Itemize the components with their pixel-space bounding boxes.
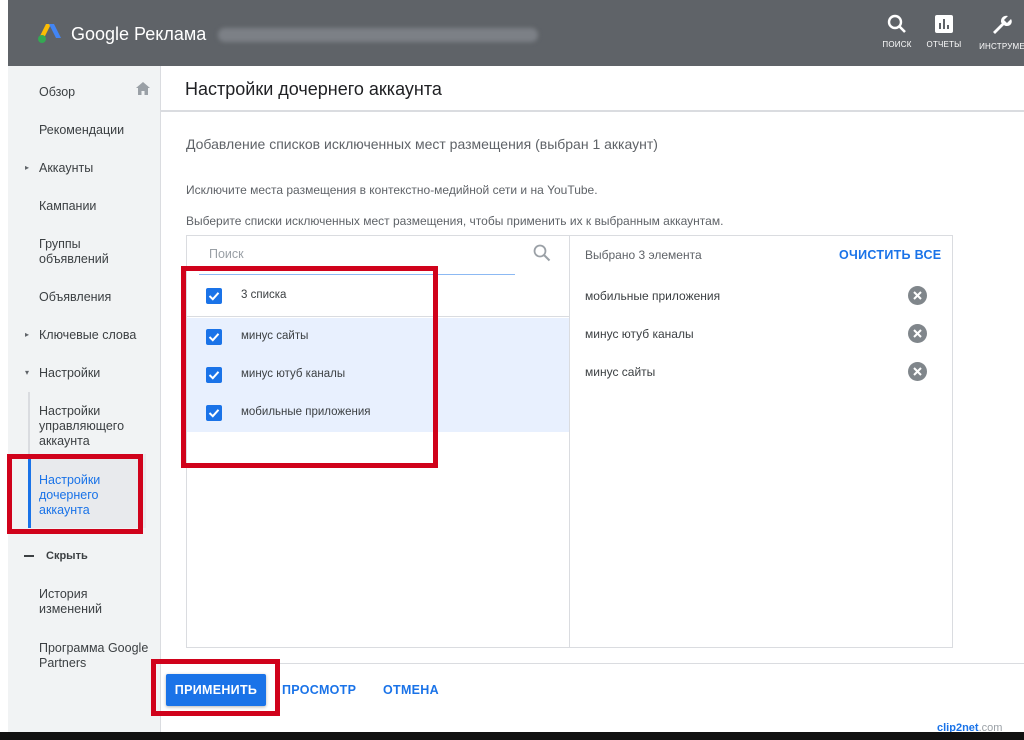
subnav-line	[28, 392, 30, 454]
title-divider	[161, 110, 1024, 112]
screen-bottom-edge	[0, 732, 1024, 740]
brand-title: Google Реклама	[71, 24, 207, 44]
annotation-highlight-apply	[151, 659, 280, 716]
remove-icon[interactable]	[908, 286, 927, 305]
sidebar-item-change-history[interactable]: История изменений	[39, 587, 129, 617]
tool-tools-label: ИНСТРУМЕ	[979, 42, 1024, 51]
sidebar-hide-toggle[interactable]: Скрыть	[46, 550, 88, 562]
sidebar-item-settings[interactable]: Настройки	[39, 366, 149, 381]
window-edge	[0, 0, 8, 740]
google-ads-logo-icon	[38, 24, 61, 43]
panel-divider	[569, 236, 570, 647]
remove-icon[interactable]	[908, 362, 927, 381]
collapse-dash-icon	[24, 555, 34, 557]
selected-item: минус сайты	[585, 365, 656, 379]
top-app-bar: Google Реклама ПОИСК ОТЧЕТЫ ИНСТРУМЕ	[8, 0, 1024, 66]
sidebar-item-ads[interactable]: Объявления	[39, 290, 149, 305]
search-input[interactable]	[209, 247, 509, 261]
annotation-highlight-list	[181, 266, 438, 468]
selected-count: Выбрано 3 элемента	[585, 248, 702, 262]
sidebar-item-google-partners[interactable]: Программа Google Partners	[39, 641, 149, 671]
home-icon	[136, 82, 150, 95]
tool-tools-button[interactable]: ИНСТРУМЕ	[972, 14, 1024, 51]
search-icon[interactable]	[533, 244, 551, 262]
sidebar-item-keywords[interactable]: Ключевые слова	[39, 328, 149, 343]
sidebar-item-ad-groups[interactable]: Группы объявлений	[39, 237, 129, 267]
annotation-highlight-sidebar	[7, 454, 143, 534]
reports-icon	[935, 15, 953, 33]
preview-button[interactable]: ПРОСМОТР	[282, 683, 356, 697]
selected-item: мобильные приложения	[585, 289, 721, 303]
selected-item: минус ютуб каналы	[585, 327, 694, 341]
cancel-button[interactable]: ОТМЕНА	[383, 683, 439, 697]
description-text: Исключите места размещения в контекстно-…	[186, 183, 598, 197]
instruction-text: Выберите списки исключенных мест размеще…	[186, 214, 724, 228]
expand-arrow-icon[interactable]: ▸	[25, 163, 29, 172]
tool-reports-label: ОТЧЕТЫ	[926, 40, 962, 49]
clear-all-button[interactable]: ОЧИСТИТЬ ВСЕ	[839, 248, 941, 262]
search-icon	[887, 14, 906, 33]
sidebar-item-recommendations[interactable]: Рекомендации	[39, 123, 149, 138]
sidebar-item-overview[interactable]: Обзор	[39, 85, 149, 100]
expand-arrow-icon[interactable]: ▸	[25, 330, 29, 339]
wrench-icon	[993, 15, 1012, 34]
sidebar-item-manager-settings[interactable]: Настройки управляющего аккаунта	[39, 404, 139, 449]
remove-icon[interactable]	[908, 324, 927, 343]
page-title: Настройки дочернего аккаунта	[185, 79, 442, 99]
blurred-account-name	[218, 28, 538, 42]
tool-reports-button[interactable]: ОТЧЕТЫ	[914, 14, 974, 49]
sidebar-item-accounts[interactable]: Аккаунты	[39, 161, 149, 176]
section-title: Добавление списков исключенных мест разм…	[186, 136, 658, 152]
collapse-arrow-icon[interactable]: ▾	[25, 368, 29, 377]
sidebar-nav: Обзор Рекомендации ▸ Аккаунты Кампании Г…	[8, 66, 161, 732]
footer-divider	[161, 663, 1024, 664]
sidebar-item-campaigns[interactable]: Кампании	[39, 199, 149, 214]
